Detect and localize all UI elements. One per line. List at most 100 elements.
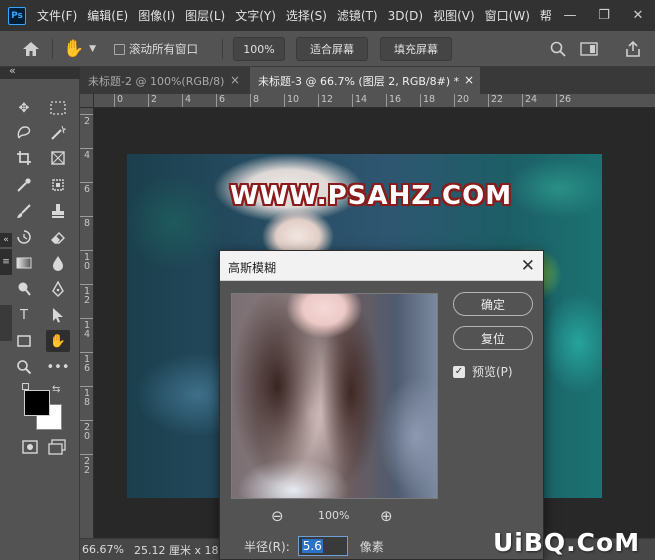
menu-image[interactable]: 图像(I) — [133, 7, 180, 24]
close-icon[interactable]: × — [464, 73, 474, 87]
text-tool-icon[interactable]: T — [12, 304, 36, 326]
blur-preview[interactable] — [231, 293, 438, 499]
ruler-tick: 20 — [454, 94, 469, 107]
dialog-title-bar[interactable]: 高斯模糊 ✕ — [220, 251, 543, 281]
toolbar-divider — [222, 39, 223, 59]
home-icon[interactable] — [22, 31, 40, 67]
menu-file[interactable]: 文件(F) — [32, 7, 82, 24]
status-doc-size: 25.12 厘米 x 18.2 — [134, 543, 229, 557]
marquee-tool-icon[interactable] — [46, 97, 70, 119]
maximize-button[interactable]: ❐ — [588, 0, 620, 31]
close-icon[interactable]: × — [230, 73, 240, 87]
ruler-tick: 4 — [182, 94, 191, 107]
more-tools-icon[interactable]: ••• — [46, 356, 70, 378]
clone-stamp-tool-icon[interactable] — [46, 200, 70, 222]
tab-untitled-2[interactable]: 未标题-2 @ 100%(RGB/8) × — [80, 67, 246, 94]
scroll-all-windows-label: 滚动所有窗口 — [129, 42, 198, 56]
minimize-button[interactable]: — — [554, 0, 586, 31]
zoom-out-icon[interactable]: ⊖ — [271, 507, 284, 525]
preview-checkbox[interactable]: ✓ 预览(P) — [453, 363, 513, 380]
menu-filter[interactable]: 滤镜(T) — [332, 7, 383, 24]
gaussian-blur-dialog: 高斯模糊 ✕ 确定 复位 ✓ 预览(P) ⊖ 100% ⊕ 半径(R): 5.6… — [219, 250, 544, 560]
brush-tool-icon[interactable] — [12, 200, 36, 222]
screen-mode-icon[interactable] — [48, 439, 66, 458]
menu-layer[interactable]: 图层(L) — [180, 7, 230, 24]
radius-row: 半径(R): 5.6 像素 — [244, 535, 384, 557]
zoom-in-icon[interactable]: ⊕ — [380, 507, 393, 525]
close-icon[interactable]: ✕ — [521, 256, 535, 276]
eraser-tool-icon[interactable] — [46, 226, 70, 248]
eyedropper-tool-icon[interactable] — [12, 174, 36, 196]
blur-tool-icon[interactable] — [46, 252, 70, 274]
ruler-origin[interactable] — [80, 94, 94, 108]
share-icon[interactable] — [624, 31, 642, 67]
menu-edit[interactable]: 编辑(E) — [82, 7, 133, 24]
ok-button[interactable]: 确定 — [453, 292, 533, 316]
toolbar-header: « — [0, 64, 80, 79]
radius-input[interactable]: 5.6 — [297, 536, 348, 556]
panel-collapse-icon[interactable]: « — [0, 233, 12, 247]
photoshop-logo: Ps — [8, 6, 26, 25]
search-icon[interactable] — [550, 31, 566, 67]
dodge-tool-icon[interactable] — [12, 278, 36, 300]
site-logo: UiBQ.CoM — [493, 528, 641, 557]
check-icon: ✓ — [453, 365, 465, 378]
default-colors-icon[interactable] — [22, 383, 29, 390]
tools-panel: ✥ T ✋ ••• ⇆ « ≡ — [0, 79, 80, 560]
docked-panel-strip[interactable] — [0, 305, 12, 341]
menu-3d[interactable]: 3D(D) — [383, 9, 428, 23]
move-tool-icon[interactable]: ✥ — [12, 97, 36, 119]
hand-tool-preset[interactable]: ✋ ▼ — [63, 31, 96, 67]
ruler-tick: 0 — [114, 94, 123, 107]
scroll-all-windows-checkbox[interactable]: 滚动所有窗口 — [114, 31, 198, 67]
gradient-tool-icon[interactable] — [12, 252, 36, 274]
collapse-panel-icon[interactable]: « — [9, 64, 16, 77]
radius-label: 半径(R): — [244, 539, 290, 554]
quick-mask-icon[interactable] — [22, 439, 38, 458]
pen-tool-icon[interactable] — [46, 278, 70, 300]
ruler-tick: 2 2 — [80, 454, 93, 475]
ruler-tick: 14 — [352, 94, 367, 107]
ruler-tick: 24 — [522, 94, 537, 107]
horizontal-ruler[interactable]: 0 2 4 6 8 10 12 14 16 18 20 22 24 26 — [94, 94, 655, 108]
foreground-color-swatch[interactable] — [24, 390, 50, 416]
document-tabs: 未标题-2 @ 100%(RGB/8) × 未标题-3 @ 66.7% (图层 … — [80, 67, 655, 94]
menu-view[interactable]: 视图(V) — [428, 7, 480, 24]
hand-tool-icon[interactable]: ✋ — [46, 330, 70, 352]
menu-window[interactable]: 窗口(W) — [480, 7, 535, 24]
ruler-tick: 6 — [216, 94, 225, 107]
vertical-ruler[interactable]: 2 4 6 8 1 0 1 2 1 4 1 6 1 8 2 0 2 2 — [80, 108, 94, 538]
ruler-tick: 2 — [80, 114, 93, 126]
panel-menu-icon[interactable]: ≡ — [0, 249, 12, 275]
fit-screen-button[interactable]: 适合屏幕 — [296, 37, 368, 61]
menu-select[interactable]: 选择(S) — [281, 7, 332, 24]
workspace-switcher-icon[interactable] — [580, 31, 598, 67]
ruler-tick: 2 0 — [80, 420, 93, 441]
rectangle-tool-icon[interactable] — [12, 330, 36, 352]
preview-zoom-controls: ⊖ 100% ⊕ — [231, 507, 438, 527]
frame-tool-icon[interactable] — [46, 147, 70, 169]
reset-button[interactable]: 复位 — [453, 326, 533, 350]
dialog-title: 高斯模糊 — [228, 261, 277, 275]
history-brush-tool-icon[interactable] — [12, 226, 36, 248]
zoom-tool-icon[interactable] — [12, 356, 36, 378]
watermark-text: WWW.PSAHZ.COM — [229, 181, 513, 211]
radius-unit: 像素 — [359, 539, 384, 554]
ruler-tick: 1 6 — [80, 352, 93, 373]
chevron-down-icon: ▼ — [89, 44, 97, 54]
swap-colors-icon[interactable]: ⇆ — [52, 384, 60, 395]
patch-tool-icon[interactable] — [46, 174, 70, 196]
tab-untitled-3[interactable]: 未标题-3 @ 66.7% (图层 2, RGB/8#) * × — [250, 67, 480, 94]
menu-type[interactable]: 文字(Y) — [230, 7, 281, 24]
lasso-tool-icon[interactable] — [12, 122, 36, 144]
path-selection-tool-icon[interactable] — [46, 304, 70, 326]
fill-screen-button[interactable]: 填充屏幕 — [380, 37, 452, 61]
close-window-button[interactable]: ✕ — [622, 0, 654, 31]
ruler-tick: 1 0 — [80, 250, 93, 271]
ruler-tick: 8 — [250, 94, 259, 107]
crop-tool-icon[interactable] — [12, 147, 36, 169]
zoom-100-button[interactable]: 100% — [233, 37, 285, 61]
status-zoom[interactable]: 66.67% — [82, 543, 128, 556]
ruler-tick: 10 — [284, 94, 299, 107]
magic-wand-tool-icon[interactable] — [46, 122, 70, 144]
